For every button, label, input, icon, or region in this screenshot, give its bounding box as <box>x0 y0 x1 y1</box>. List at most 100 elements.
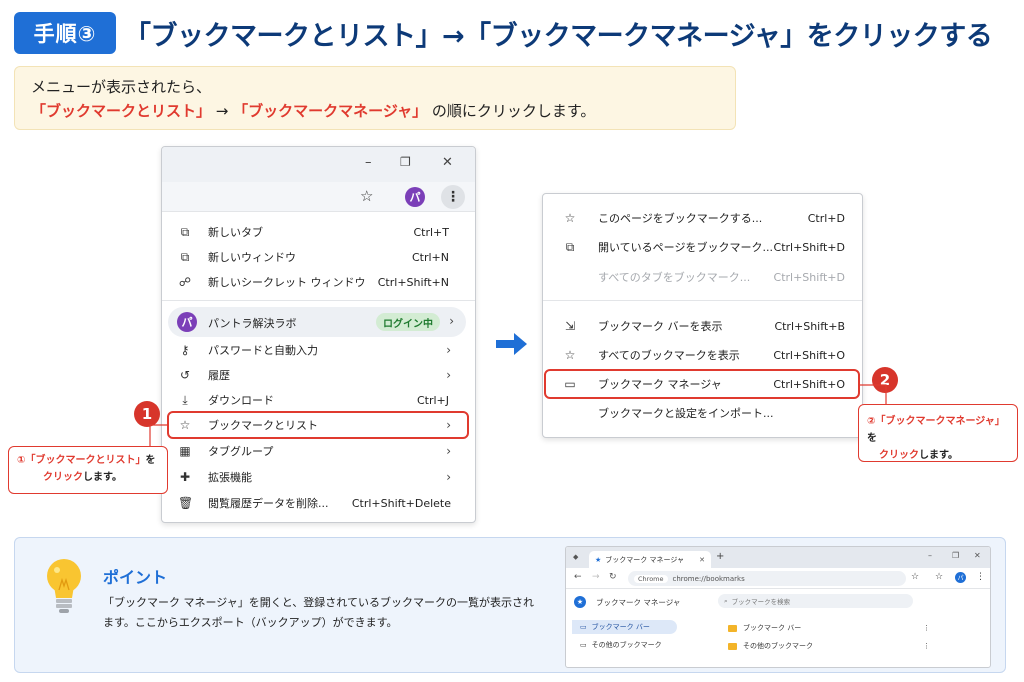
menu-item-label: 履歴 <box>208 369 230 382</box>
more-icon[interactable]: ⋮ <box>976 572 985 582</box>
instruction-tail: の順にクリックします。 <box>427 102 596 120</box>
submenu-item-shortcut: Ctrl+Shift+O <box>773 348 845 362</box>
search-placeholder: ブックマークを検索 <box>731 598 791 606</box>
new-tab-icon: ⧉ <box>180 224 190 239</box>
history-icon: ↺ <box>179 368 191 382</box>
menu-item-incognito[interactable]: ☍ 新しいシークレット ウィンドウ Ctrl+Shift+N <box>162 270 475 294</box>
folder-icon <box>728 624 737 632</box>
point-title: ポイント <box>103 568 168 587</box>
submenu-item-label: ブックマーク バーを表示 <box>598 320 723 333</box>
callout-step-2: ②「ブックマークマネージャ」を クリックします。 <box>858 404 1018 462</box>
more-icon[interactable]: ⋮ <box>923 624 930 632</box>
callout-2-click: クリック <box>879 450 919 461</box>
folder-icon <box>728 642 737 650</box>
url-text: chrome://bookmarks <box>672 574 745 583</box>
profile-row[interactable]: パ パントラ解決ラボ ログイン中 › <box>168 307 466 337</box>
submenu-item-label: すべてのタブをブックマーク... <box>598 271 751 284</box>
bookmark-star-icon[interactable]: ☆ <box>360 187 373 205</box>
menu-item-new-tab[interactable]: ⧉ 新しいタブ Ctrl+T <box>162 220 475 244</box>
arrow-right-icon <box>496 333 527 355</box>
submenu-item-shortcut: Ctrl+Shift+D <box>773 270 845 284</box>
submenu-item-shortcut: Ctrl+Shift+B <box>774 319 845 333</box>
tab-groups-icon: ▦ <box>179 444 191 458</box>
submenu-item-bookmark-page[interactable]: ☆ このページをブックマークする... Ctrl+D <box>543 206 862 230</box>
sidebar-item-label: ブックマーク バー <box>591 623 650 631</box>
more-menu-button[interactable]: ⋮ <box>441 185 465 209</box>
menu-item-label: 新しいタブ <box>208 226 263 239</box>
menu-item-label: 閲覧履歴データを削除... <box>208 497 329 510</box>
menu-item-extensions[interactable]: ✚ 拡張機能 › <box>162 465 475 489</box>
highlight-bookmarks-and-lists <box>167 411 469 439</box>
menu-item-label: 新しいシークレット ウィンドウ <box>208 276 366 289</box>
menu-item-history[interactable]: ↺ 履歴 › <box>162 363 475 387</box>
bookmarks-submenu-screenshot: ☆ このページをブックマークする... Ctrl+D ⧉ 開いているページをブッ… <box>542 193 863 438</box>
instruction-box: メニューが表示されたら、 「ブックマークとリスト」 → 「ブックマークマネージャ… <box>14 66 736 130</box>
highlight-bookmark-manager <box>544 369 860 399</box>
menu-item-passwords[interactable]: ⚷ パスワードと自動入力 › <box>162 338 475 362</box>
key-icon: ⚷ <box>180 343 190 357</box>
submenu-item-shortcut: Ctrl+D <box>807 211 845 225</box>
mini-address-bar: ← → ↻ Chrome chrome://bookmarks ☆ ☆ パ ⋮ <box>566 568 990 589</box>
minimize-button[interactable]: – <box>365 155 372 170</box>
star-icon[interactable]: ☆ <box>911 572 919 582</box>
submenu-item-label: 開いているページをブックマーク... <box>598 241 773 254</box>
menu-item-new-window[interactable]: ⧉ 新しいウィンドウ Ctrl+N <box>162 245 475 269</box>
point-text: 「ブックマーク マネージャ」を開くと、登録されているブックマークの一覧が表示され… <box>103 596 534 629</box>
more-icon[interactable]: ⋮ <box>923 642 930 650</box>
list-item[interactable]: その他のブックマーク ⋮ <box>728 641 938 651</box>
bookmark-search-input[interactable]: ⌕ ブックマークを検索 <box>718 594 913 608</box>
url-chip: Chrome <box>634 574 668 583</box>
sidebar-item-other-bookmarks[interactable]: ▭ その他のブックマーク <box>572 638 677 652</box>
title-bar: – ❐ ✕ <box>162 147 475 182</box>
profile-avatar[interactable]: パ <box>405 187 425 207</box>
menu-item-label: パスワードと自動入力 <box>208 344 318 357</box>
new-tab-button[interactable]: + <box>716 551 724 562</box>
callout-2-tail: を <box>867 433 877 444</box>
mini-tab-bar: ◆ ★ ブックマーク マネージャ ✕ + – ❐ ✕ <box>566 547 990 568</box>
instruction-highlight-2: 「ブックマークマネージャ」 <box>233 102 428 120</box>
forward-icon[interactable]: → <box>592 572 600 582</box>
sidebar-item-bookmark-bar[interactable]: ▭ ブックマーク バー <box>572 620 677 634</box>
profile-avatar: パ <box>177 312 197 332</box>
tab-search-icon[interactable]: ◆ <box>573 553 578 561</box>
login-status-badge: ログイン中 <box>376 313 440 331</box>
menu-item-label: タブグループ <box>208 445 274 458</box>
minimize-icon[interactable]: – <box>928 551 932 560</box>
star-icon: ☆ <box>564 211 576 225</box>
toolbar: ☆ パ ⋮ <box>162 182 475 212</box>
mini-tab[interactable]: ★ ブックマーク マネージャ ✕ <box>589 551 711 568</box>
submenu-item-import[interactable]: ブックマークと設定をインポート... <box>543 401 862 425</box>
submenu-item-show-bookmark-bar[interactable]: ⇲ ブックマーク バーを表示 Ctrl+Shift+B <box>543 314 862 338</box>
extension-icon[interactable]: ☆ <box>935 572 943 582</box>
back-icon[interactable]: ← <box>574 572 582 582</box>
trash-icon: 🗑 <box>178 496 194 510</box>
chevron-right-icon: › <box>446 368 451 382</box>
star-icon: ★ <box>595 555 602 564</box>
instruction-arrow: → <box>211 102 234 120</box>
reload-icon[interactable]: ↻ <box>609 572 617 582</box>
profile-avatar[interactable]: パ <box>955 572 966 583</box>
menu-item-clear-data[interactable]: 🗑 閲覧履歴データを削除... Ctrl+Shift+Delete <box>162 491 475 515</box>
restore-icon[interactable]: ❐ <box>952 551 959 560</box>
list-item[interactable]: ブックマーク バー ⋮ <box>728 623 938 633</box>
bookmark-all-icon: ⧉ <box>565 239 575 254</box>
menu-item-label: 新しいウィンドウ <box>208 251 296 264</box>
chevron-right-icon: › <box>446 343 451 357</box>
new-window-icon: ⧉ <box>180 249 190 264</box>
close-button[interactable]: ✕ <box>442 155 453 170</box>
menu-item-tab-groups[interactable]: ▦ タブグループ › <box>162 439 475 463</box>
close-icon[interactable]: ✕ <box>974 551 981 560</box>
callout-step-1: ①「ブックマークとリスト」を クリックします。 <box>8 446 168 494</box>
bookmark-bar-icon: ⇲ <box>564 319 576 333</box>
close-icon[interactable]: ✕ <box>699 556 705 564</box>
restore-button[interactable]: ❐ <box>400 155 411 169</box>
submenu-item-bookmark-open-pages[interactable]: ⧉ 開いているページをブックマーク... Ctrl+Shift+D <box>543 235 862 259</box>
menu-item-label: 拡張機能 <box>208 471 252 484</box>
callout-1-click: クリック <box>43 472 83 483</box>
submenu-item-show-all-bookmarks[interactable]: ☆ すべてのブックマークを表示 Ctrl+Shift+O <box>543 343 862 367</box>
menu-item-shortcut: Ctrl+T <box>413 225 449 239</box>
menu-item-downloads[interactable]: ⤓ ダウンロード Ctrl+J <box>162 388 475 412</box>
url-field[interactable]: Chrome chrome://bookmarks <box>628 571 906 586</box>
menu-item-shortcut: Ctrl+J <box>416 393 449 407</box>
mini-tab-title: ブックマーク マネージャ <box>605 555 685 564</box>
